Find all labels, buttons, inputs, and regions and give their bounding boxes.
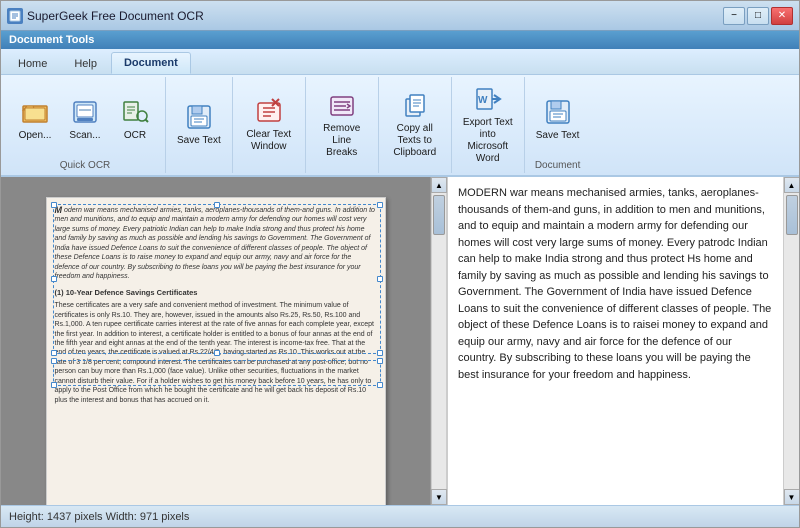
title-bar: SuperGeek Free Document OCR − □ ✕ [1, 1, 799, 31]
ribbon: Open... Scan... OCR Quick OCR [1, 75, 799, 177]
ribbon-group-quick-ocr-label: Quick OCR [60, 160, 111, 171]
ribbon-group-quick-ocr-items: Open... Scan... OCR [11, 79, 159, 158]
doc-section-title: (1) 10-Year Defence Savings Certificates [55, 288, 377, 298]
text-scroll-track [784, 193, 799, 489]
open-label: Open... [19, 130, 52, 142]
ribbon-group-savetext-label: Document [535, 160, 581, 171]
ribbon-group-savetext-items: Save Text [531, 79, 585, 158]
title-bar-left: SuperGeek Free Document OCR [7, 8, 204, 24]
clear-text-button[interactable]: Clear Text Window [239, 91, 299, 157]
remove-breaks-icon [326, 89, 358, 121]
ribbon-group-quick-ocr: Open... Scan... OCR Quick OCR [5, 77, 166, 173]
text-scroll-down[interactable]: ▼ [784, 489, 800, 505]
ribbon-group-clear-items: Clear Text Window [239, 79, 299, 169]
export-word-icon: W [472, 83, 504, 115]
panels-area: Modern war means mechanised armies, tank… [1, 177, 799, 505]
scan-icon [69, 96, 101, 128]
status-text: Height: 1437 pixels Width: 971 pixels [9, 511, 189, 523]
ribbon-group-clipboard-items: Copy all Texts to Clipboard [385, 79, 445, 169]
output-text: MODERN war means mechanised armies, tank… [458, 185, 773, 383]
ribbon-tab-bar: Home Help Document [1, 49, 799, 75]
ribbon-group-title-label: Document Tools [9, 34, 94, 46]
export-word-label: Export Text into Microsoft Word [463, 117, 513, 165]
doc-para-2: These certificates are a very safe and c… [55, 301, 377, 405]
scroll-track [432, 193, 446, 489]
minimize-button[interactable]: − [723, 7, 745, 25]
text-scrollbar[interactable]: ▲ ▼ [783, 177, 799, 505]
scroll-down-arrow[interactable]: ▼ [431, 489, 447, 505]
save-text-icon [183, 101, 215, 133]
ribbon-group-save: Save Text [166, 77, 233, 173]
clear-text-label: Clear Text Window [244, 129, 294, 153]
ribbon-group-remove-items: Remove Line Breaks [312, 79, 372, 169]
scroll-thumb[interactable] [433, 195, 445, 235]
save-text2-button[interactable]: Save Text [531, 92, 585, 146]
doc-panel: Modern war means mechanised armies, tank… [1, 177, 431, 505]
remove-breaks-label: Remove Line Breaks [317, 123, 367, 159]
text-scroll-thumb[interactable] [786, 195, 798, 235]
title-bar-controls: − □ ✕ [723, 7, 793, 25]
open-button[interactable]: Open... [11, 92, 59, 146]
close-button[interactable]: ✕ [771, 7, 793, 25]
copy-clipboard-button[interactable]: Copy all Texts to Clipboard [385, 85, 445, 163]
svg-text:W: W [478, 95, 488, 106]
status-bar: Height: 1437 pixels Width: 971 pixels [1, 505, 799, 527]
tab-help[interactable]: Help [61, 52, 110, 74]
doc-para-1: Modern war means mechanised armies, tank… [55, 206, 377, 282]
tab-home[interactable]: Home [5, 52, 60, 74]
scroll-up-arrow[interactable]: ▲ [431, 177, 447, 193]
ribbon-group-save-items: Save Text [172, 79, 226, 169]
text-scroll-up[interactable]: ▲ [784, 177, 800, 193]
doc-page: Modern war means mechanised armies, tank… [46, 197, 386, 505]
ribbon-group-title-bar: Document Tools [1, 31, 799, 49]
scan-label: Scan... [69, 130, 100, 142]
open-icon [19, 96, 51, 128]
tab-document[interactable]: Document [111, 52, 191, 74]
ribbon-group-savetext: Save Text Document [525, 77, 591, 173]
ribbon-group-export: W Export Text into Microsoft Word [452, 77, 525, 173]
app-title: SuperGeek Free Document OCR [27, 9, 204, 23]
ribbon-group-clipboard: Copy all Texts to Clipboard [379, 77, 452, 173]
copy-clipboard-label: Copy all Texts to Clipboard [390, 123, 440, 159]
save-text2-label: Save Text [536, 130, 580, 142]
clear-text-icon [253, 95, 285, 127]
ribbon-group-remove: Remove Line Breaks [306, 77, 379, 173]
ribbon-group-clear: Clear Text Window [233, 77, 306, 173]
app-icon [7, 8, 23, 24]
maximize-button[interactable]: □ [747, 7, 769, 25]
export-word-button[interactable]: W Export Text into Microsoft Word [458, 79, 518, 169]
ocr-icon [119, 96, 151, 128]
save-text-label: Save Text [177, 135, 221, 147]
scan-button[interactable]: Scan... [61, 92, 109, 146]
save-text-button[interactable]: Save Text [172, 97, 226, 151]
ocr-label: OCR [124, 130, 146, 142]
doc-scrollbar[interactable]: ▲ ▼ [431, 177, 447, 505]
copy-clipboard-icon [399, 89, 431, 121]
ocr-button[interactable]: OCR [111, 92, 159, 146]
remove-breaks-button[interactable]: Remove Line Breaks [312, 85, 372, 163]
text-output-panel[interactable]: MODERN war means mechanised armies, tank… [447, 177, 783, 505]
ribbon-group-export-items: W Export Text into Microsoft Word [458, 79, 518, 169]
save-text2-icon [542, 96, 574, 128]
